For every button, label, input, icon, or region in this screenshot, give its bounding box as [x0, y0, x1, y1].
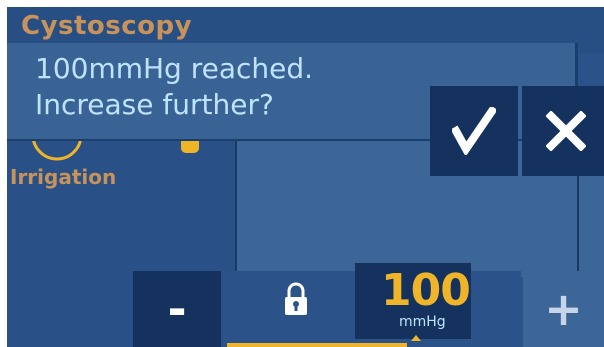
spacer — [471, 271, 521, 347]
value-caret-icon — [411, 335, 421, 341]
dialog-message: 100mmHg reached. Increase further? — [35, 51, 313, 123]
increase-pressure-button[interactable]: + — [523, 271, 604, 347]
confirm-button[interactable] — [430, 86, 518, 176]
pressure-unit: mmHg — [399, 314, 446, 330]
dialog-message-line1: 100mmHg reached. — [35, 52, 314, 85]
lock-icon[interactable] — [283, 281, 309, 317]
dialog-message-line2: Increase further? — [35, 88, 274, 121]
value-underline — [227, 343, 407, 347]
close-icon — [546, 111, 586, 151]
checkmark-icon — [452, 107, 496, 155]
pressure-value: 100 — [381, 265, 471, 316]
device-screen: Cystoscopy Irrigation 100mmHg reached. I… — [7, 7, 604, 347]
decrease-pressure-button[interactable]: - — [133, 271, 221, 347]
cancel-button[interactable] — [522, 86, 604, 176]
page-title: Cystoscopy — [21, 11, 193, 41]
irrigation-label: Irrigation — [10, 165, 117, 189]
